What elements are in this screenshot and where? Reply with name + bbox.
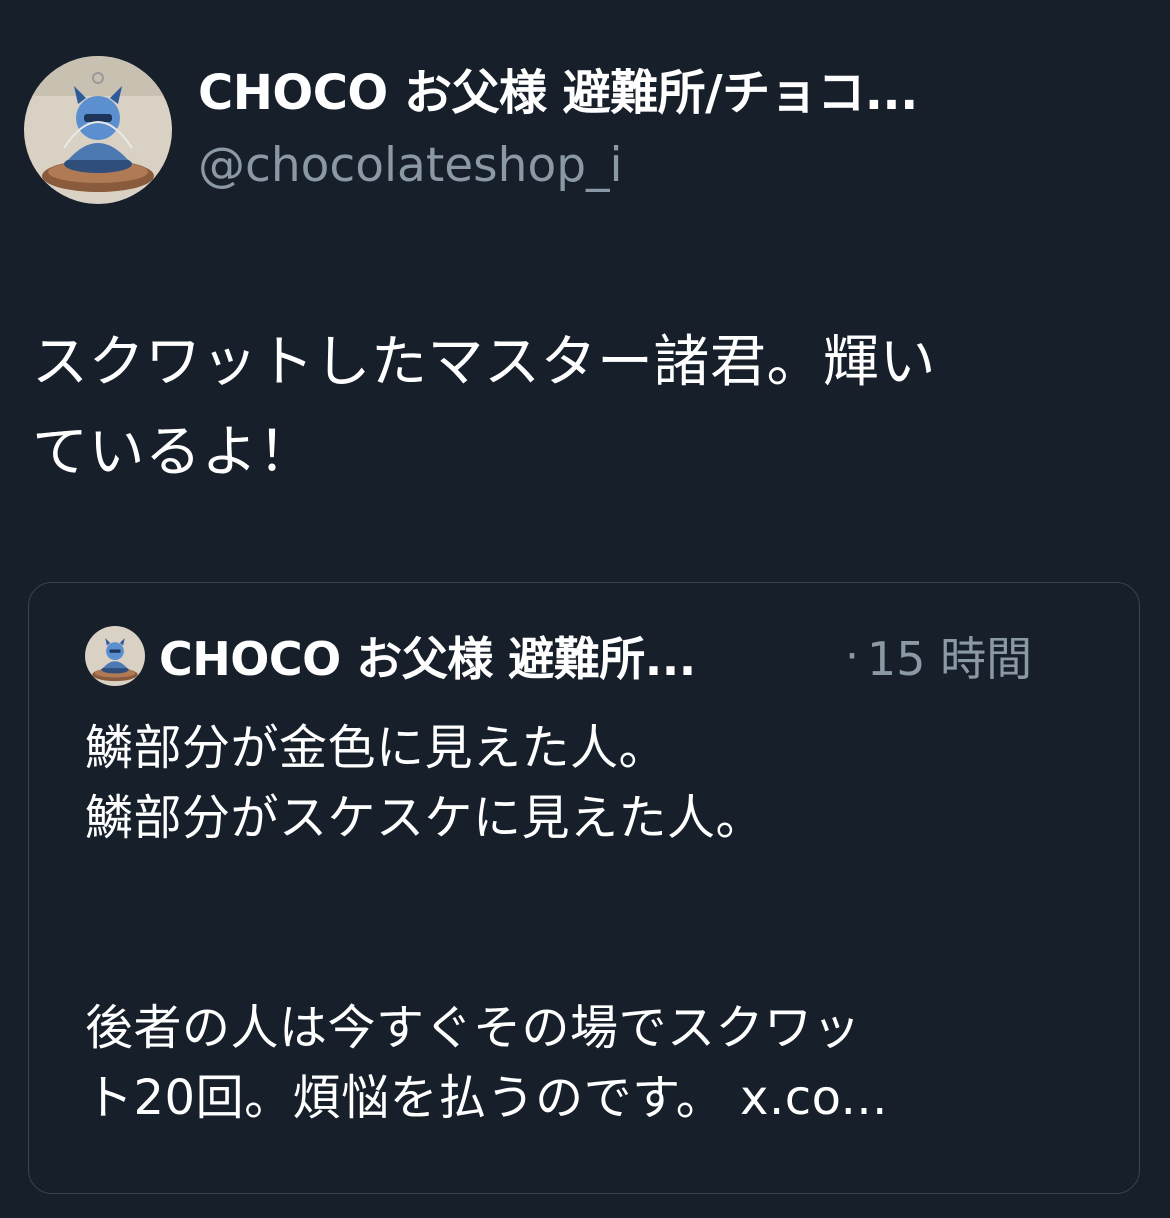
author-display-name[interactable]: CHOCO お父様 避難所/チョコ...	[198, 58, 1088, 128]
tweet-text-line: スクワットしたマスター諸君。輝い	[32, 330, 936, 395]
quote-text-line: 後者の人は今すぐその場でスクワッ	[85, 1000, 862, 1056]
quote-separator: ·	[845, 630, 859, 682]
quote-text-line: ト20回。煩悩を払うのです。 x.co...	[85, 1063, 1095, 1133]
quote-body: 鱗部分が金色に見えた人。 鱗部分がスケスケに見えた人。 後者の人は今すぐその場で…	[85, 713, 1095, 1133]
quote-header: CHOCO お父様 避難所... · 15 時間	[85, 623, 1032, 689]
author-avatar[interactable]	[24, 56, 172, 204]
quote-link[interactable]: x.co...	[740, 1070, 888, 1126]
author-names: CHOCO お父様 避難所/チョコ... @chocolateshop_i	[198, 58, 1088, 200]
quote-author-avatar	[85, 626, 145, 686]
quote-timestamp: 15 時間	[867, 632, 1033, 686]
tweet-text: スクワットしたマスター諸君。輝い ているよ！	[32, 318, 1132, 498]
quote-text-line: 鱗部分がスケスケに見えた人。	[85, 790, 765, 846]
quote-text-line: 鱗部分が金色に見えた人。	[85, 720, 668, 776]
avatar-acrylic-stand-icon	[85, 626, 145, 686]
quote-tweet-card[interactable]: CHOCO お父様 避難所... · 15 時間 鱗部分が金色に見えた人。 鱗部…	[28, 582, 1140, 1194]
tweet-header: CHOCO お父様 避難所/チョコ... @chocolateshop_i	[24, 56, 1088, 204]
tweet-text-line: ているよ！	[32, 420, 315, 485]
quote-paragraph-gap	[85, 923, 1095, 993]
author-handle[interactable]: @chocolateshop_i	[198, 132, 1088, 200]
quote-paragraph-gap	[85, 853, 1095, 923]
avatar-acrylic-stand-icon	[24, 56, 172, 204]
quote-author-display-name: CHOCO お父様 避難所...	[159, 632, 696, 686]
quote-text-fragment: ト20回。煩悩を払うのです。	[85, 1070, 741, 1126]
